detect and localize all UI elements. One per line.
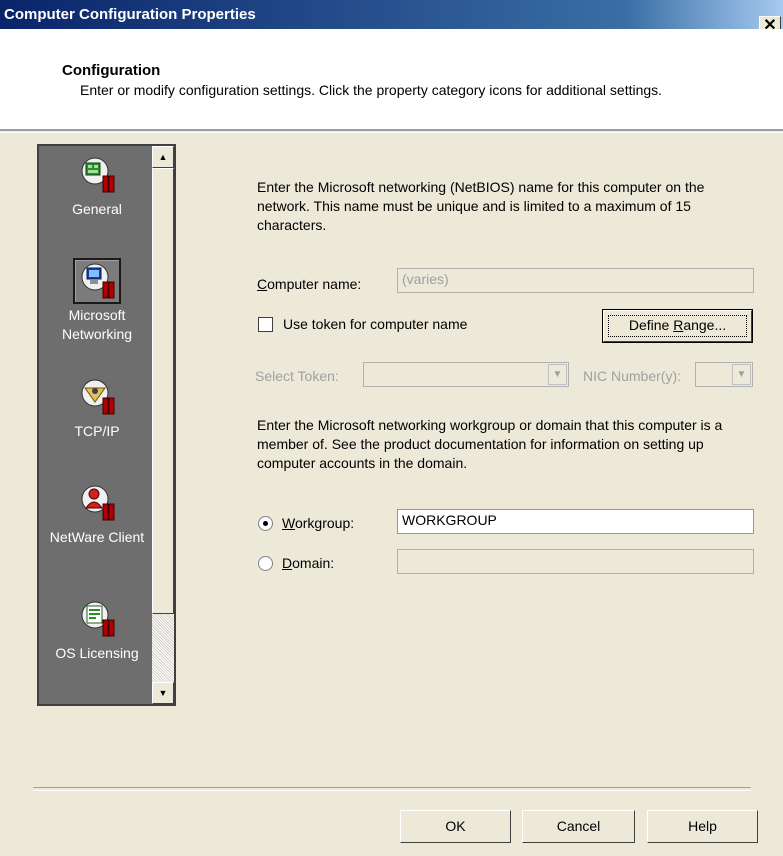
scroll-thumb[interactable]: [152, 168, 174, 614]
cancel-button[interactable]: Cancel: [522, 810, 635, 843]
computer-name-label: Computer name:: [257, 276, 362, 292]
dialog-header: Configuration Enter or modify configurat…: [0, 29, 783, 131]
footer-divider: [33, 787, 751, 791]
category-label-microsoft-networking: Microsoft Networking: [61, 307, 133, 342]
nic-number-dropdown[interactable]: ▼: [695, 362, 753, 387]
title-bar: Computer Configuration Properties: [0, 0, 783, 29]
tcpip-icon: [75, 376, 119, 418]
ok-button[interactable]: OK: [400, 810, 511, 843]
header-description: Enter or modify configuration settings. …: [80, 82, 663, 98]
scroll-up-arrow-icon[interactable]: ▲: [152, 146, 174, 168]
category-label-os-licensing: OS Licensing: [55, 645, 139, 661]
domain-label: Domain:: [282, 555, 335, 571]
sidebar-scrollbar[interactable]: ▲ ▼: [152, 146, 174, 704]
domain-radio[interactable]: [258, 556, 273, 571]
dropdown-arrow-icon: ▼: [732, 364, 751, 385]
netware-client-icon: [75, 482, 119, 524]
select-token-dropdown[interactable]: ▼: [363, 362, 569, 387]
use-token-label: Use token for computer name: [283, 316, 468, 332]
netbios-description: Enter the Microsoft networking (NetBIOS)…: [257, 179, 705, 233]
category-label-tcpip: TCP/IP: [74, 423, 120, 439]
computer-name-field[interactable]: (varies): [397, 268, 754, 293]
network-computer-icon: [73, 258, 121, 304]
category-os-licensing[interactable]: OS Licensing: [39, 598, 155, 663]
header-title: Configuration: [62, 62, 161, 79]
use-token-checkbox[interactable]: [258, 317, 273, 332]
dropdown-arrow-icon: ▼: [548, 364, 567, 385]
computer-config-icon: [75, 154, 119, 196]
help-button[interactable]: Help: [647, 810, 758, 843]
workgroup-label: Workgroup:: [282, 515, 355, 531]
category-label-netware-client: NetWare Client: [49, 529, 145, 545]
workgroup-field[interactable]: WORKGROUP: [397, 509, 754, 534]
select-token-label: Select Token:: [255, 368, 339, 384]
scroll-down-arrow-icon[interactable]: ▼: [152, 682, 174, 704]
scroll-track[interactable]: [152, 614, 174, 682]
category-tcpip[interactable]: TCP/IP: [39, 376, 155, 441]
workgroup-description: Enter the Microsoft networking workgroup…: [257, 417, 723, 471]
category-sidebar: General Microsoft Networking TCP/IP NetW…: [37, 144, 176, 706]
category-label-general: General: [72, 201, 122, 217]
domain-field[interactable]: [397, 549, 754, 574]
category-netware-client[interactable]: NetWare Client: [39, 482, 155, 547]
category-general[interactable]: General: [39, 154, 155, 219]
category-microsoft-networking[interactable]: Microsoft Networking: [39, 258, 155, 344]
header-divider: [0, 129, 783, 133]
define-range-button[interactable]: Define Range...: [602, 309, 753, 343]
nic-number-label: NIC Number(y):: [583, 368, 682, 384]
window-title: Computer Configuration Properties: [4, 6, 256, 23]
workgroup-radio[interactable]: [258, 516, 273, 531]
licensing-icon: [75, 598, 119, 640]
